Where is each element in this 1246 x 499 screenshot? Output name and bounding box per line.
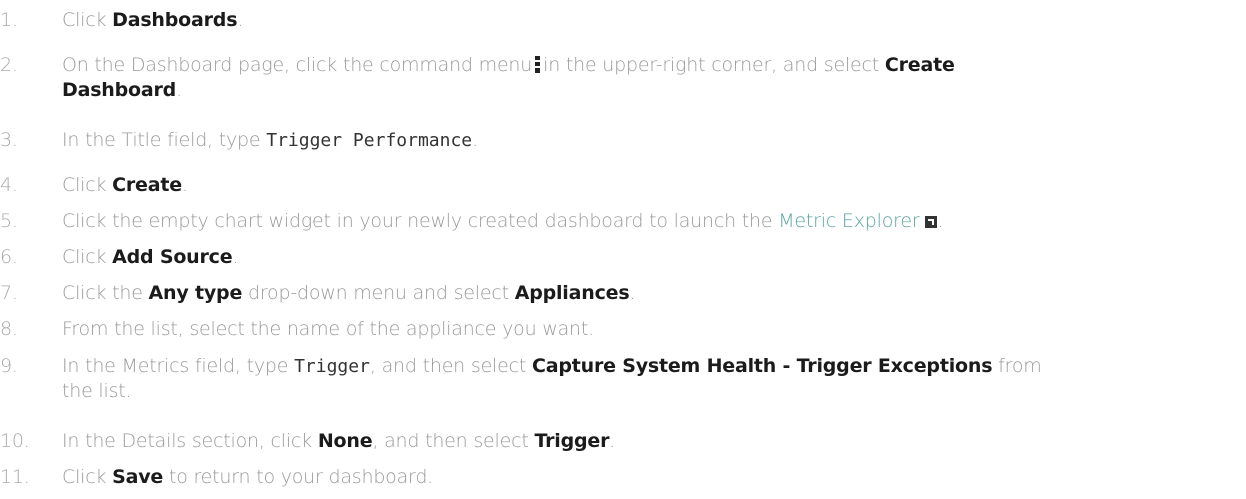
- step-text: Click Dashboards.: [62, 9, 244, 31]
- step-number: 11.: [0, 466, 30, 488]
- metric-explorer-link[interactable]: Metric Explorer: [778, 210, 919, 232]
- step-number: 6.: [0, 246, 18, 268]
- step-text: Click Save to return to your dashboard.: [62, 466, 434, 488]
- keyword-any-type: Any type: [148, 282, 243, 304]
- keyword-appliances: Appliances: [514, 282, 630, 304]
- keyword-dashboard: Dashboard: [62, 79, 177, 101]
- step-number: 3.: [0, 129, 18, 151]
- step-number: 9.: [0, 355, 18, 377]
- step-number: 10.: [0, 430, 30, 452]
- external-link-icon[interactable]: [925, 216, 938, 228]
- step-text: Click Add Source.: [62, 246, 239, 268]
- step-text: Click the empty chart widget in your new…: [62, 210, 944, 232]
- keyword-capture-system-health: Capture System Health - Trigger Exceptio…: [531, 355, 993, 377]
- code-trigger: Trigger: [294, 356, 370, 377]
- code-trigger-performance: Trigger Performance: [266, 130, 473, 151]
- step-number: 5.: [0, 210, 18, 232]
- step-text: From the list, select the name of the ap…: [62, 318, 594, 340]
- step-text: In the Details section, click None, and …: [62, 430, 616, 452]
- keyword-trigger: Trigger: [534, 430, 610, 452]
- step-number: 4.: [0, 174, 18, 196]
- step-text: Click the Any type drop-down menu and se…: [62, 282, 636, 304]
- step-number: 8.: [0, 318, 18, 340]
- step-text: Click Create.: [62, 174, 188, 196]
- command-menu-icon: [535, 56, 541, 73]
- keyword-create: Create: [884, 54, 955, 76]
- step-text: In the Metrics field, type Trigger, and …: [62, 355, 1042, 402]
- keyword-none: None: [317, 430, 373, 452]
- keyword-save: Save: [112, 466, 164, 488]
- keyword-dashboards: Dashboards: [112, 9, 238, 31]
- keyword-add-source: Add Source: [112, 246, 233, 268]
- step-number: 7.: [0, 282, 18, 304]
- step-text: In the Title field, type Trigger Perform…: [62, 129, 478, 151]
- step-text: On the Dashboard page, click the command…: [62, 54, 955, 101]
- keyword-create: Create: [112, 174, 182, 196]
- step-number: 2.: [0, 54, 18, 76]
- step-number: 1.: [0, 9, 18, 31]
